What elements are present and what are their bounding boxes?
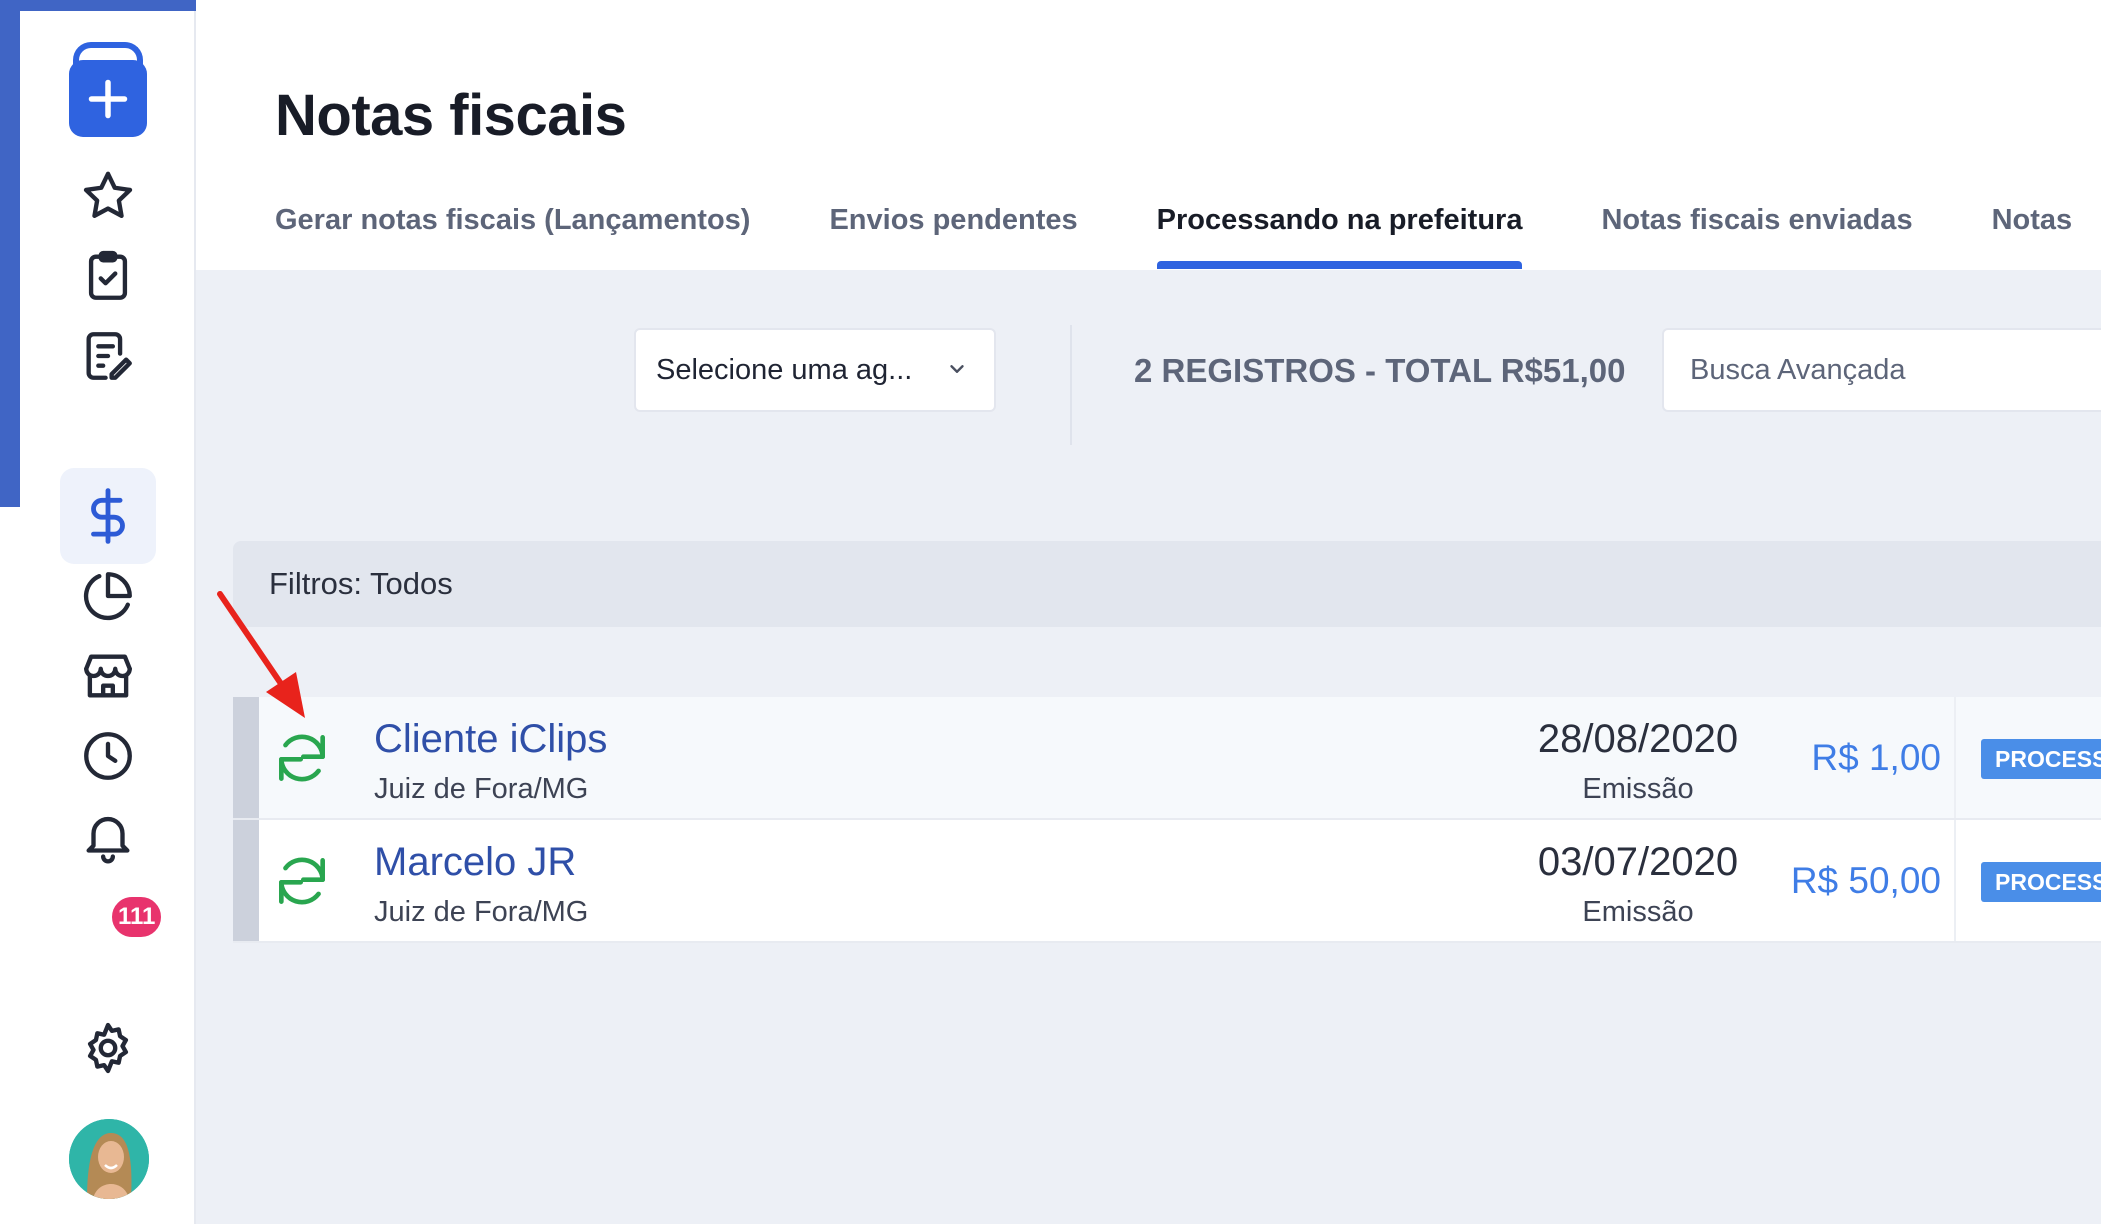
add-button[interactable]: [69, 42, 147, 137]
issue-date-label: Emissão: [1582, 896, 1694, 928]
toolbar-divider: [1070, 325, 1072, 445]
sidebar-item-notifications[interactable]: [60, 788, 156, 884]
client-city: Juiz de Fora/MG: [374, 896, 589, 928]
tab-bar: Gerar notas fiscais (Lançamentos) Envios…: [275, 200, 2101, 270]
agency-select[interactable]: Selecione uma ag...: [634, 328, 996, 412]
tab-gerar-notas[interactable]: Gerar notas fiscais (Lançamentos): [275, 200, 750, 270]
content-area: Selecione uma ag... 2 REGISTROS - TOTAL …: [196, 270, 2101, 1224]
sidebar-item-notes[interactable]: [60, 308, 156, 404]
processing-sync-icon: [279, 734, 325, 782]
avatar[interactable]: [69, 1119, 149, 1199]
notification-badge: 111: [109, 894, 165, 940]
status-badge: PROCESS: [1981, 739, 2101, 779]
tab-envios-pendentes[interactable]: Envios pendentes: [829, 200, 1077, 270]
table-row[interactable]: Marcelo JR Juiz de Fora/MG 03/07/2020 Em…: [233, 820, 2101, 943]
gear-icon: [87, 1022, 129, 1074]
page-title: Notas fiscais: [275, 83, 627, 148]
row-separator: [1954, 697, 1956, 818]
main-content: Notas fiscais Gerar notas fiscais (Lança…: [196, 0, 2101, 1224]
tab-processando[interactable]: Processando na prefeitura: [1156, 200, 1522, 270]
bell-icon: [86, 816, 130, 864]
client-name[interactable]: Marcelo JR: [374, 840, 576, 885]
clipboard-check-icon: [88, 250, 128, 300]
chevron-down-icon: [950, 365, 964, 373]
client-city: Juiz de Fora/MG: [374, 773, 589, 805]
plus-icon: [88, 79, 128, 118]
document-edit-icon: [86, 332, 132, 380]
page-header: Notas fiscais Gerar notas fiscais (Lança…: [196, 0, 2101, 270]
issue-date: 03/07/2020: [1537, 840, 1739, 884]
filters-label: Filtros: Todos: [269, 566, 453, 601]
dollar-icon: [91, 488, 125, 544]
clock-icon: [84, 732, 132, 780]
invoice-list: Cliente iClips Juiz de Fora/MG 28/08/202…: [233, 697, 2101, 943]
sidebar-item-settings[interactable]: [60, 1000, 156, 1096]
invoice-amount: R$ 1,00: [1811, 737, 1941, 778]
table-row[interactable]: Cliente iClips Juiz de Fora/MG 28/08/202…: [233, 697, 2101, 820]
issue-date-label: Emissão: [1582, 773, 1694, 805]
advanced-search-input[interactable]: [1662, 328, 2101, 412]
store-icon: [84, 654, 132, 698]
status-badge: PROCESS: [1981, 862, 2101, 902]
tab-notas-enviadas[interactable]: Notas fiscais enviadas: [1601, 200, 1912, 270]
filters-bar[interactable]: Filtros: Todos: [233, 541, 2101, 627]
add-button-box: [69, 60, 147, 137]
agency-select-value: Selecione uma ag...: [656, 353, 913, 386]
records-summary: 2 REGISTROS - TOTAL R$51,00: [1134, 352, 1626, 389]
row-rail: [233, 820, 259, 941]
pie-chart-icon: [83, 572, 132, 621]
invoice-amount: R$ 50,00: [1790, 860, 1941, 901]
issue-date: 28/08/2020: [1537, 717, 1739, 761]
star-icon: [83, 171, 133, 218]
decorative-frame-left: [0, 0, 20, 507]
tab-notas[interactable]: Notas: [1992, 200, 2073, 270]
row-rail: [233, 697, 259, 818]
avatar-portrait: [69, 1119, 149, 1199]
processing-sync-icon: [279, 857, 325, 905]
client-name[interactable]: Cliente iClips: [374, 717, 607, 762]
sidebar: 111: [20, 11, 196, 1224]
row-separator: [1954, 820, 1956, 941]
